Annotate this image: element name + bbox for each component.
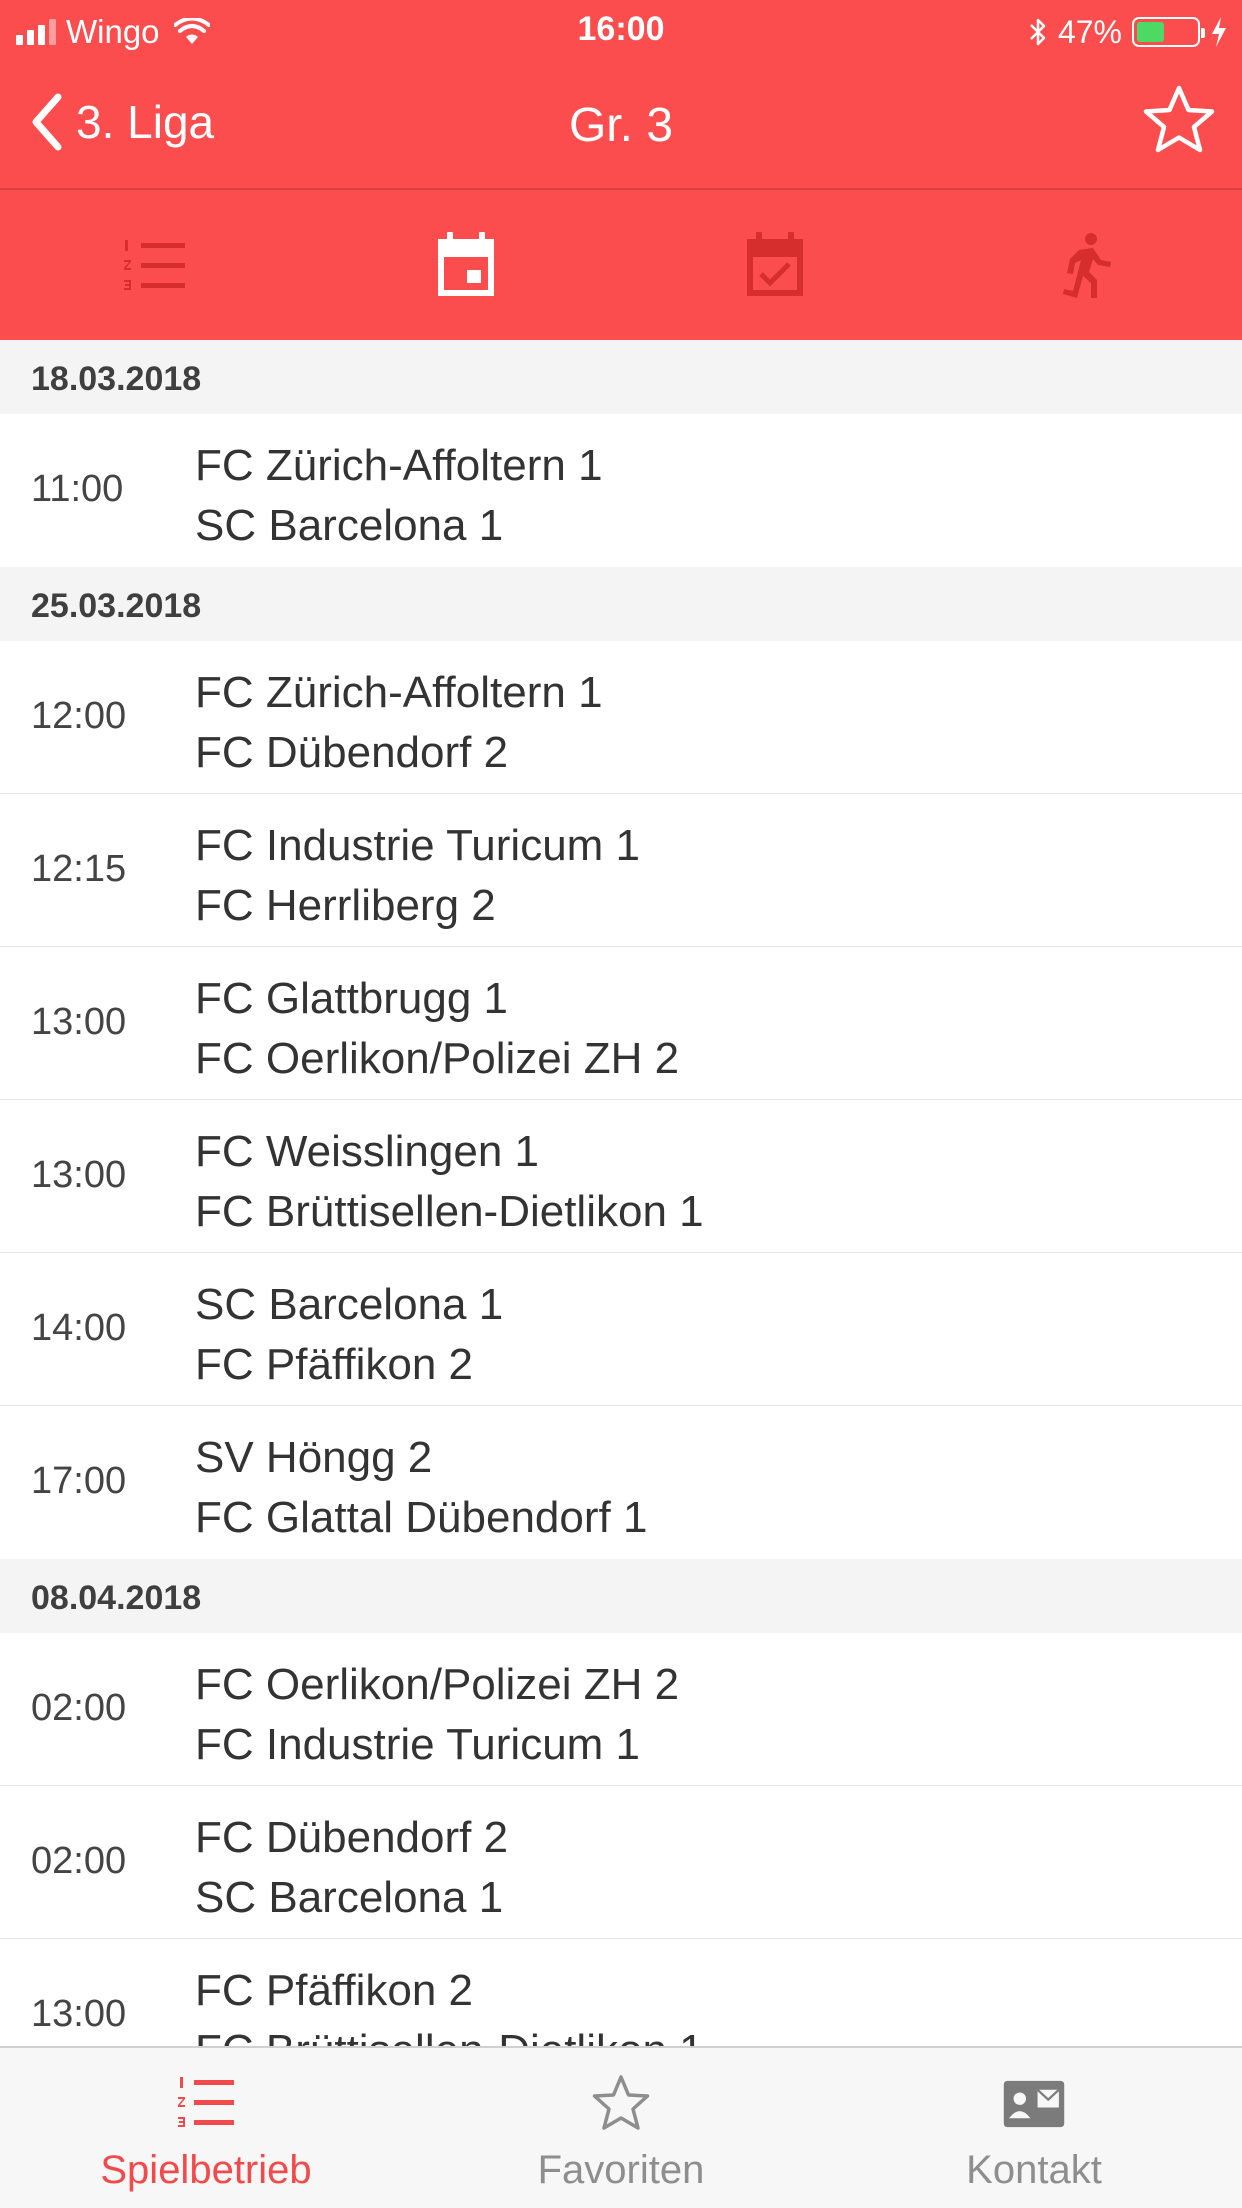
tabbar-item-favoriten[interactable]: Favoriten — [471, 2074, 771, 2193]
tab-players[interactable] — [1045, 226, 1125, 306]
battery-icon — [1132, 17, 1205, 47]
tabbar-item-spielbetrieb[interactable]: Spielbetrieb — [56, 2074, 356, 2193]
tabbar-label: Favoriten — [537, 2148, 705, 2192]
status-bar: Wingo 16:00 47% — [0, 0, 1242, 60]
match-row[interactable]: 02:00 FC Oerlikon/Polizei ZH 2 FC Industri… — [0, 1633, 1242, 1786]
match-time: 02:00 — [31, 1687, 127, 1729]
home-team: SV Höngg 2 — [195, 1433, 433, 1482]
home-team: FC Industrie Turicum 1 — [195, 821, 641, 870]
match-row[interactable]: 12:00 FC Zürich-Affoltern 1 FC Dübendorf 2 — [0, 641, 1242, 794]
date-header: 25.03.2018 — [0, 567, 1242, 641]
match-time: 13:00 — [31, 1001, 127, 1043]
match-row[interactable]: 11:00 FC Zürich-Affoltern 1 SC Barcelona 1 — [0, 414, 1242, 567]
home-team: FC Pfäffikon 2 — [195, 1966, 473, 2015]
contact-card-icon — [1003, 2080, 1065, 2128]
match-time: 02:00 — [31, 1840, 127, 1882]
date-header: 18.03.2018 — [0, 340, 1242, 414]
date-header: 08.04.2018 — [0, 1559, 1242, 1633]
tabbar-label: Kontakt — [966, 2148, 1102, 2192]
match-row[interactable]: 02:00 FC Dübendorf 2 SC Barcelona 1 — [0, 1786, 1242, 1939]
tab-table[interactable] — [115, 226, 195, 306]
match-time: 13:00 — [31, 1154, 127, 1196]
tab-results[interactable] — [735, 226, 815, 306]
favorite-star-icon[interactable] — [1140, 82, 1218, 160]
match-time: 14:00 — [31, 1307, 127, 1349]
home-team: FC Zürich-Affoltern 1 — [195, 668, 603, 717]
match-time: 13:00 — [31, 1993, 127, 2035]
tabbar-item-kontakt[interactable]: Kontakt — [884, 2074, 1184, 2193]
calendar-check-icon — [747, 232, 803, 296]
away-team: FC Herrliberg 2 — [195, 881, 496, 930]
match-teams: FC Dübendorf 2 SC Barcelona 1 — [195, 1808, 508, 1928]
away-team: FC Brüttisellen-Dietlikon 1 — [195, 2021, 704, 2046]
away-team: FC Oerlikon/Polizei ZH 2 — [195, 1034, 680, 1083]
match-teams: SC Barcelona 1 FC Pfäffikon 2 — [195, 1275, 503, 1395]
match-time: 11:00 — [31, 468, 124, 510]
match-time: 17:00 — [31, 1460, 127, 1502]
match-teams: FC Glattbrugg 1 FC Oerlikon/Polizei ZH 2 — [195, 969, 679, 1089]
away-team: FC Industrie Turicum 1 — [195, 1720, 641, 1769]
match-teams: FC Oerlikon/Polizei ZH 2 FC Industrie Tur… — [195, 1655, 679, 1775]
home-team: FC Dübendorf 2 — [195, 1813, 509, 1862]
match-time: 12:15 — [31, 848, 127, 890]
battery-percent: 47% — [1057, 13, 1122, 50]
away-team: SC Barcelona 1 — [195, 501, 504, 550]
tabbar-label: Spielbetrieb — [100, 2148, 312, 2192]
match-row[interactable]: 13:00 FC Weisslingen 1 FC Brüttisellen-Die… — [0, 1100, 1242, 1253]
away-team: FC Glattal Dübendorf 1 — [195, 1493, 648, 1542]
battery-fill — [1137, 22, 1165, 42]
match-row[interactable]: 13:00 FC Pfäffikon 2 FC Brüttisellen-Dietl… — [0, 1939, 1242, 2046]
section-toolbar — [0, 190, 1242, 340]
page-title: Gr. 3 — [568, 99, 674, 152]
away-team: FC Pfäffikon 2 — [195, 1340, 473, 1389]
runner-icon — [1063, 233, 1111, 298]
home-team: FC Zürich-Affoltern 1 — [195, 441, 603, 490]
home-team: FC Oerlikon/Polizei ZH 2 — [195, 1660, 680, 1709]
away-team: FC Brüttisellen-Dietlikon 1 — [195, 1187, 704, 1236]
bottom-tab-bar: Spielbetrieb Favoriten Kontakt — [0, 2046, 1242, 2208]
match-row[interactable]: 12:15 FC Industrie Turicum 1 FC Herrliberg… — [0, 794, 1242, 947]
home-team: SC Barcelona 1 — [195, 1280, 504, 1329]
tab-schedule[interactable] — [426, 226, 506, 306]
match-teams: FC Weisslingen 1 FC Brüttisellen-Dietliko… — [195, 1122, 704, 1242]
home-team: FC Weisslingen 1 — [195, 1127, 539, 1176]
match-teams: FC Pfäffikon 2 FC Brüttisellen-Dietlikon … — [195, 1961, 704, 2046]
match-teams: SV Höngg 2 FC Glattal Dübendorf 1 — [195, 1428, 647, 1548]
match-teams: FC Zürich-Affoltern 1 SC Barcelona 1 — [195, 436, 603, 556]
schedule-list[interactable]: 18.03.2018 11:00 FC Zürich-Affoltern 1 SC B… — [0, 340, 1242, 2046]
calendar-icon — [438, 232, 494, 296]
match-row[interactable]: 13:00 FC Glattbrugg 1 FC Oerlikon/Polizei … — [0, 947, 1242, 1100]
match-teams: FC Industrie Turicum 1 FC Herrliberg 2 — [195, 816, 640, 936]
match-time: 12:00 — [31, 695, 127, 737]
status-right: 47% — [1028, 8, 1228, 56]
star-outline-icon — [592, 2075, 650, 2130]
navigation-bar: 3. Liga Gr. 3 — [0, 60, 1242, 190]
match-row[interactable]: 17:00 SV Höngg 2 FC Glattal Dübendorf 1 — [0, 1406, 1242, 1559]
match-row[interactable]: 14:00 SC Barcelona 1 FC Pfäffikon 2 — [0, 1253, 1242, 1406]
home-team: FC Glattbrugg 1 — [195, 974, 509, 1023]
numbered-list-icon — [124, 240, 185, 290]
charging-bolt-icon — [1212, 17, 1226, 47]
match-teams: FC Zürich-Affoltern 1 FC Dübendorf 2 — [195, 663, 603, 783]
away-team: SC Barcelona 1 — [195, 1873, 504, 1922]
bluetooth-icon — [1030, 18, 1046, 46]
numbered-list-icon — [178, 2077, 234, 2127]
away-team: FC Dübendorf 2 — [195, 728, 509, 777]
